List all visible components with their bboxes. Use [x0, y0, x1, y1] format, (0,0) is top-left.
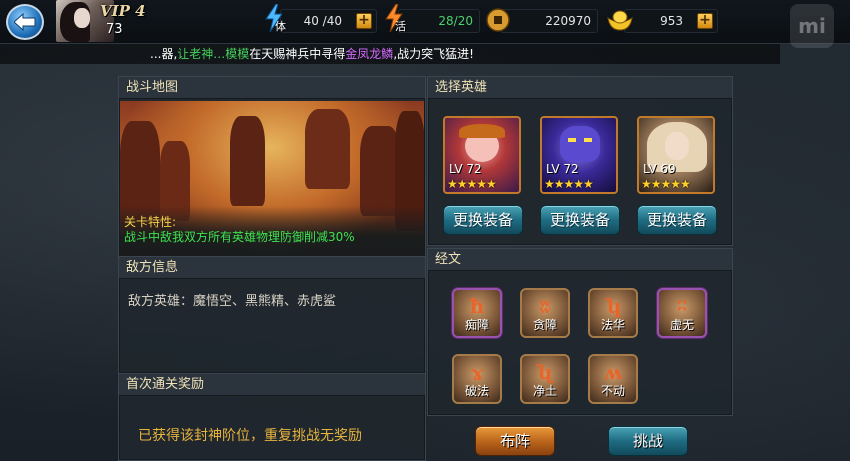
- challenge-button[interactable]: 挑战: [608, 426, 688, 456]
- ingots-plus-button[interactable]: +: [697, 13, 713, 29]
- vigor-label: 活: [395, 20, 406, 33]
- rune-name: 法华: [600, 318, 625, 332]
- rune-slot-3[interactable]: ʮ 法华: [588, 288, 638, 338]
- rune-name: 贪障: [532, 318, 557, 332]
- rune-glyph-icon: ʭ: [677, 294, 687, 318]
- coins-value: 220970: [545, 14, 591, 28]
- coin-icon: [486, 8, 510, 32]
- hero-card-3[interactable]: LV 69 ★★★★★: [637, 116, 715, 194]
- rune-slot-6[interactable]: ʯ 净土: [520, 354, 570, 404]
- rune-glyph-icon: ħ: [469, 294, 485, 318]
- stage-feature-desc: 战斗中敌我双方所有英雄物理防御削减30%: [124, 230, 355, 244]
- marquee-text-1: ...器,: [150, 47, 178, 61]
- vip-label: VIP 4: [100, 2, 146, 20]
- rune-slot-4[interactable]: ʭ 虚无: [657, 288, 707, 338]
- rune-name: 痴障: [464, 318, 489, 332]
- top-bar: VIP 4 73 40 /40 + 体 28/20 活 220970 953 +: [0, 0, 850, 44]
- hero-level: LV 72: [449, 162, 482, 176]
- enemy-heroes-text: 敌方英雄：魔悟空、黑熊精、赤虎鲨: [128, 294, 337, 309]
- player-level: 73: [106, 22, 123, 37]
- change-equipment-button-2[interactable]: 更换装备: [540, 205, 620, 235]
- first-clear-reward-title: 首次通关奖励: [119, 374, 425, 396]
- gold-ingot-icon: [607, 10, 633, 31]
- rune-name: 虚无: [669, 318, 694, 332]
- rune-name: 不动: [600, 384, 625, 398]
- rune-glyph-icon: ʮ: [606, 294, 620, 318]
- rune-glyph-icon: ʯ: [537, 360, 553, 384]
- marquee-text-3: ,战力突飞猛进!: [393, 47, 474, 61]
- coins-bar: 220970: [500, 9, 598, 33]
- select-hero-title: 选择英雄: [428, 77, 732, 99]
- rune-name: 净土: [532, 384, 557, 398]
- mi-floating-button[interactable]: mi: [790, 4, 834, 48]
- marquee-text-2: 在天赐神兵中寻得: [249, 47, 346, 61]
- ingots-value: 953: [660, 14, 683, 28]
- vigor-bar: 28/20: [398, 9, 480, 33]
- change-equipment-button-1[interactable]: 更换装备: [443, 205, 523, 235]
- marquee-item-name: 金凤龙鳞: [345, 47, 394, 61]
- hero-level: LV 69: [643, 162, 676, 176]
- rune-name: 破法: [464, 384, 489, 398]
- battle-map-title: 战斗地图: [119, 77, 425, 99]
- vigor-value: 28/20: [438, 14, 473, 28]
- back-button[interactable]: [6, 4, 44, 40]
- reward-status-text: 已获得该封神阶位，重复挑战无奖励: [138, 428, 362, 444]
- hero-stars: ★★★★★: [544, 177, 594, 191]
- stamina-plus-button[interactable]: +: [356, 13, 372, 29]
- rune-glyph-icon: ɤ: [470, 360, 484, 384]
- announcement-marquee: ...器,让老神…模模在天赐神兵中寻得金凤龙鳞,战力突飞猛进!: [0, 44, 780, 64]
- stamina-label: 体: [275, 20, 286, 33]
- rune-slot-5[interactable]: ɤ 破法: [452, 354, 502, 404]
- hero-card-1[interactable]: LV 72 ★★★★★: [443, 116, 521, 194]
- marquee-player-name: 让老神…模模: [177, 47, 250, 61]
- rune-slot-1[interactable]: ħ 痴障: [452, 288, 502, 338]
- change-equipment-button-3[interactable]: 更换装备: [637, 205, 717, 235]
- rune-slot-7[interactable]: ʍ 不动: [588, 354, 638, 404]
- formation-button[interactable]: 布阵: [475, 426, 555, 456]
- stamina-bar: 40 /40 +: [280, 9, 377, 33]
- enemy-info-title: 敌方信息: [119, 257, 425, 279]
- ingots-bar: 953 +: [624, 9, 718, 33]
- scripture-title: 经文: [428, 249, 732, 271]
- hero-card-2[interactable]: LV 72 ★★★★★: [540, 116, 618, 194]
- rune-slot-2[interactable]: ʬ 贪障: [520, 288, 570, 338]
- rune-glyph-icon: ʬ: [538, 294, 552, 318]
- back-arrow-icon: [14, 13, 36, 31]
- hero-stars: ★★★★★: [641, 177, 691, 191]
- hero-stars: ★★★★★: [447, 177, 497, 191]
- stamina-value: 40 /40: [303, 14, 342, 28]
- rune-glyph-icon: ʍ: [603, 360, 623, 384]
- hero-level: LV 72: [546, 162, 579, 176]
